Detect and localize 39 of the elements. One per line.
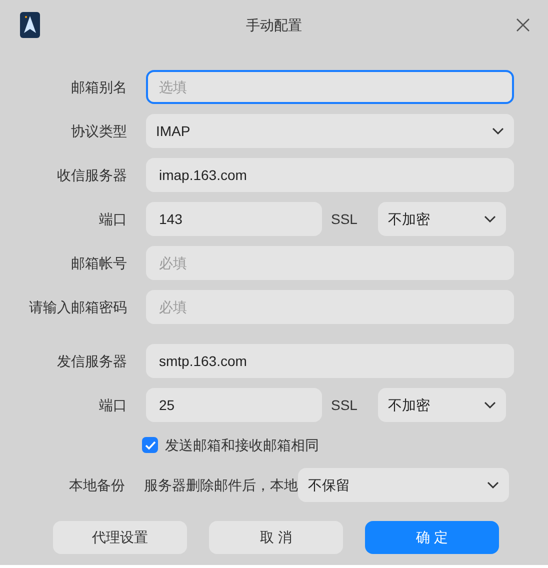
dropdown-value: 不加密 (388, 210, 430, 228)
dialog-button[interactable]: 代理设置 (53, 521, 187, 554)
field-label: 本地备份 (68, 476, 126, 494)
dropdown[interactable]: 不保留 (298, 468, 509, 502)
backup-description: 服务器删除邮件后，本地 (144, 476, 298, 494)
app-logo-icon (20, 12, 40, 38)
input-field[interactable]: 必填 (146, 246, 514, 280)
close-icon[interactable] (516, 18, 530, 32)
chevron-down-icon (484, 215, 496, 223)
ssl-label: SSL (331, 396, 358, 414)
dropdown[interactable]: 不加密 (378, 388, 506, 422)
dialog-button[interactable]: 取 消 (209, 521, 343, 554)
chevron-down-icon (484, 401, 496, 409)
dropdown-value: 不保留 (308, 476, 350, 494)
field-label: 端口 (98, 210, 127, 228)
field-label: 邮箱帐号 (70, 254, 127, 272)
field-label: 发信服务器 (56, 352, 127, 370)
field-label: 邮箱别名 (70, 78, 127, 96)
input-field[interactable]: 选填 (146, 70, 514, 104)
checkbox-label: 发送邮箱和接收邮箱相同 (165, 436, 319, 454)
input-field[interactable]: smtp.163.com (146, 344, 514, 378)
dropdown[interactable]: IMAP (146, 114, 514, 148)
input-field[interactable]: 25 (146, 388, 322, 422)
input-field[interactable]: 143 (146, 202, 322, 236)
ssl-label: SSL (331, 210, 358, 228)
checkbox[interactable] (142, 437, 158, 453)
dropdown-value: 不加密 (388, 396, 430, 414)
field-label: 收信服务器 (56, 166, 127, 184)
field-label: 端口 (98, 396, 127, 414)
window-title: 手动配置 (246, 16, 302, 34)
input-field[interactable]: imap.163.com (146, 158, 514, 192)
dropdown[interactable]: 不加密 (378, 202, 506, 236)
field-label: 协议类型 (70, 122, 127, 140)
dialog-button[interactable]: 确 定 (365, 521, 499, 554)
chevron-down-icon (492, 127, 504, 135)
field-label: 请输入邮箱密码 (28, 298, 127, 316)
input-field[interactable]: 必填 (146, 290, 514, 324)
chevron-down-icon (487, 481, 499, 489)
dropdown-value: IMAP (156, 122, 190, 140)
